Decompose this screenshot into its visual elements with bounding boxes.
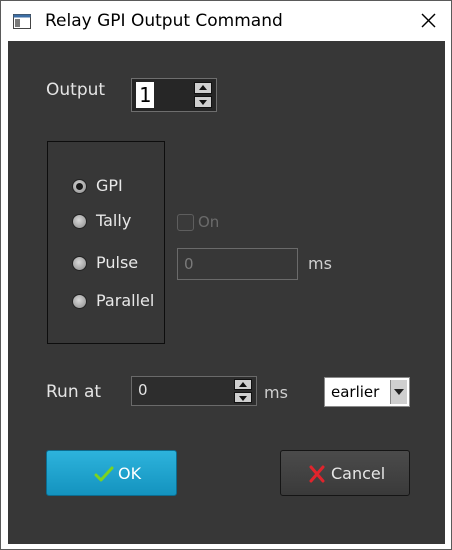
output-label: Output — [46, 80, 106, 100]
radio-parallel-label: Parallel — [96, 291, 155, 310]
pulse-duration-value: 0 — [184, 255, 194, 273]
radio-tally-indicator[interactable] — [72, 214, 87, 229]
relay-gpi-output-dialog: Relay GPI Output Command Output 1 GPI Ta… — [0, 0, 452, 550]
output-spinbox[interactable]: 1 — [131, 78, 217, 112]
timing-dropdown[interactable]: earlier — [324, 377, 410, 407]
run-at-label: Run at — [46, 382, 102, 402]
dialog-body: Output 1 GPI Tally Pulse Parallel On 0 m… — [8, 41, 445, 544]
chevron-down-icon[interactable] — [390, 380, 407, 404]
title-bar: Relay GPI Output Command — [1, 1, 451, 41]
cancel-button-label: Cancel — [331, 464, 386, 483]
run-at-value[interactable]: 0 — [138, 381, 148, 399]
output-increment-button[interactable] — [194, 82, 212, 94]
app-window-icon — [13, 14, 31, 29]
radio-parallel-indicator[interactable] — [72, 294, 87, 309]
close-icon — [421, 13, 436, 28]
checkmark-icon — [94, 465, 114, 483]
tally-on-label: On — [198, 213, 220, 231]
tally-on-checkbox-box[interactable] — [177, 214, 194, 231]
output-value[interactable]: 1 — [136, 82, 154, 108]
radio-gpi-label: GPI — [96, 176, 123, 195]
pulse-duration-input[interactable]: 0 — [177, 248, 298, 280]
radio-tally-label: Tally — [96, 211, 132, 230]
run-at-spinbox[interactable]: 0 — [131, 376, 257, 406]
run-at-decrement-button[interactable] — [234, 392, 252, 403]
ok-button-label: OK — [118, 464, 142, 483]
mode-radio-group: GPI Tally Pulse Parallel — [47, 141, 165, 344]
output-decrement-button[interactable] — [194, 96, 212, 108]
run-at-unit-label: ms — [264, 383, 288, 402]
cancel-button[interactable]: Cancel — [280, 450, 410, 496]
close-button[interactable] — [411, 7, 445, 35]
radio-pulse-label: Pulse — [96, 253, 139, 272]
x-icon — [307, 465, 327, 483]
ok-button[interactable]: OK — [46, 450, 177, 496]
timing-dropdown-value: earlier — [331, 383, 380, 401]
run-at-increment-button[interactable] — [234, 379, 252, 390]
radio-pulse-indicator[interactable] — [72, 256, 87, 271]
window-title: Relay GPI Output Command — [45, 11, 283, 31]
pulse-unit-label: ms — [308, 254, 332, 273]
radio-gpi-indicator[interactable] — [72, 179, 87, 194]
